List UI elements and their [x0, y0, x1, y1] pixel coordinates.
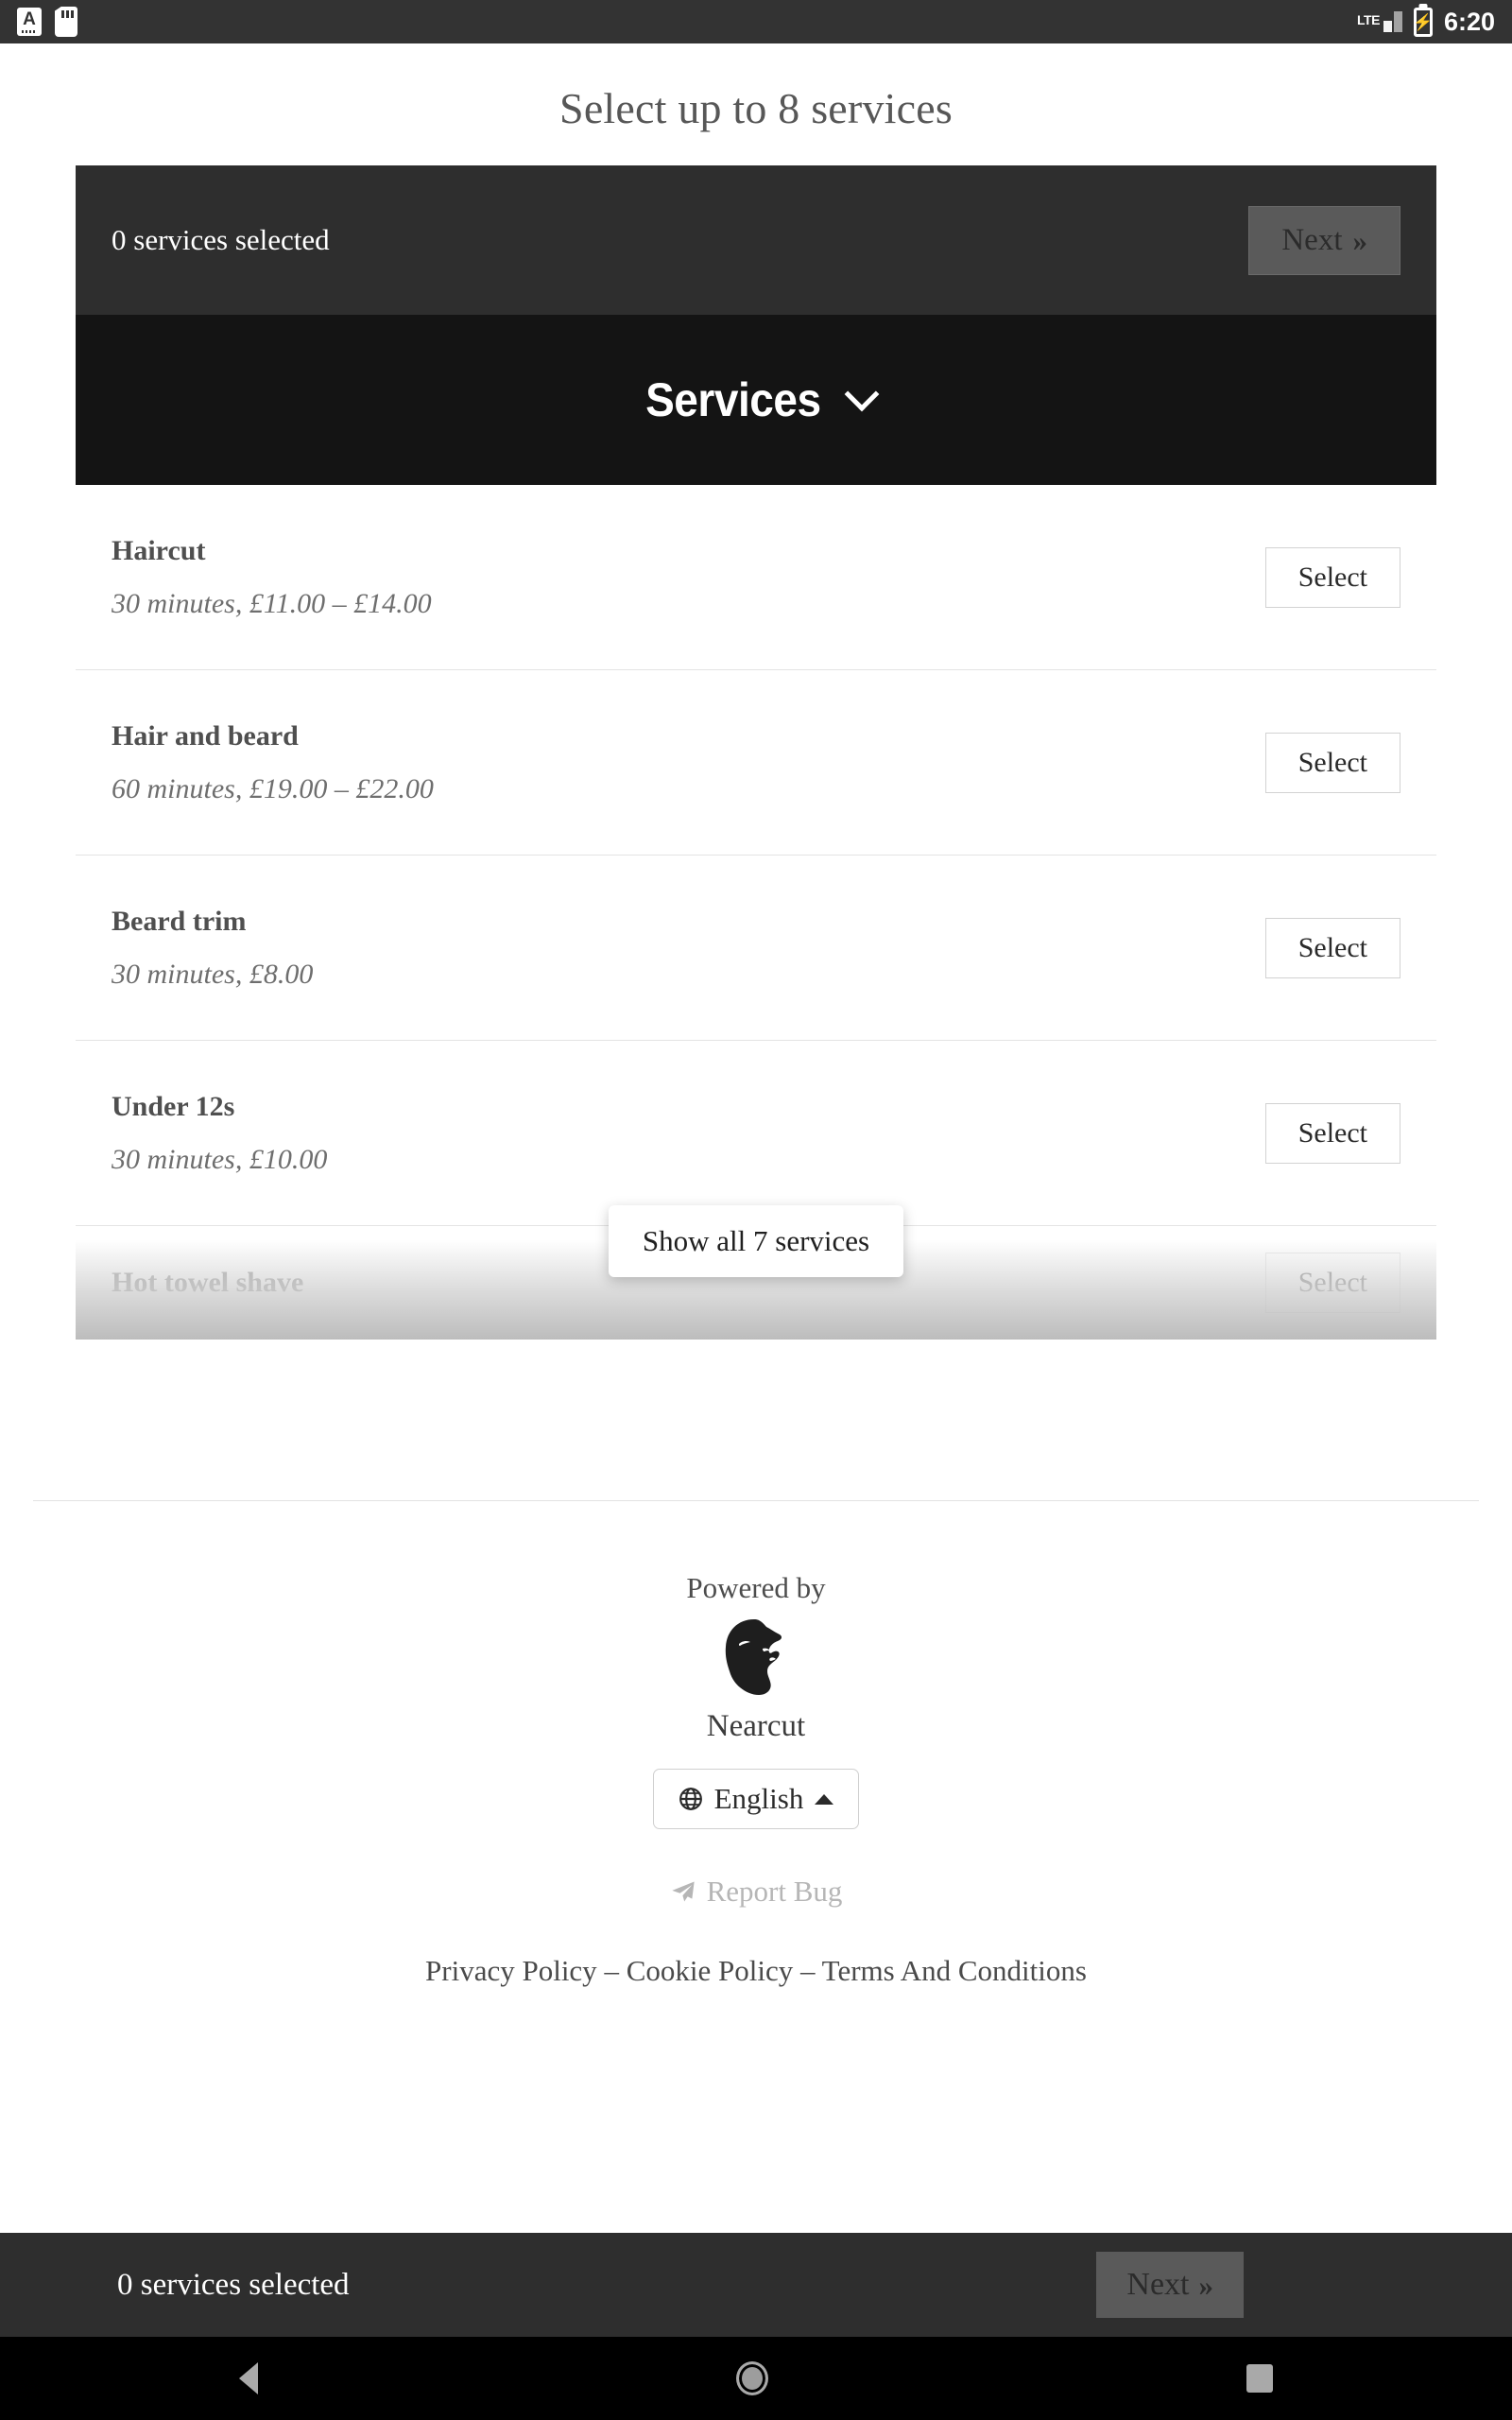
next-button-label: Next	[1281, 222, 1343, 257]
service-name: Haircut	[112, 534, 206, 566]
legal-separator: –	[799, 1954, 816, 1987]
services-header-label: Services	[645, 373, 821, 426]
service-name: Hair and beard	[112, 719, 299, 752]
paper-plane-icon	[671, 1881, 695, 1902]
select-button[interactable]: Select	[1264, 1102, 1400, 1164]
double-chevron-right-icon: »	[1352, 223, 1368, 257]
home-nav-button[interactable]	[736, 2361, 768, 2395]
terms-and-conditions-link[interactable]: Terms And Conditions	[822, 1954, 1087, 1987]
status-bar-right-icons: LTE ⚡ 6:20	[1357, 7, 1495, 37]
report-bug-link[interactable]: Report Bug	[0, 1875, 1512, 1909]
legal-separator: –	[604, 1954, 619, 1987]
service-meta: 30 minutes, £10.00	[112, 1143, 328, 1175]
page-footer: Powered by Nearcut English Report Bug Pr…	[0, 1501, 1512, 1988]
back-nav-button[interactable]	[239, 2362, 258, 2394]
legal-links: Privacy Policy – Cookie Policy – Terms A…	[0, 1954, 1512, 1988]
page-title: Select up to 8 services	[559, 84, 953, 132]
sticky-bottom-bar: 0 services selected Next »	[0, 2233, 1512, 2337]
service-info: Under 12s 30 minutes, £10.00	[112, 1091, 327, 1176]
globe-icon	[679, 1788, 702, 1810]
report-bug-label: Report Bug	[706, 1875, 843, 1908]
select-button[interactable]: Select	[1264, 546, 1400, 608]
status-bar-left-icons: A	[17, 7, 77, 37]
service-name: Under 12s	[112, 1090, 235, 1122]
select-button[interactable]: Select	[1264, 917, 1400, 978]
service-meta: 30 minutes, £11.00 – £14.00	[112, 587, 432, 619]
service-info: Haircut 30 minutes, £11.00 – £14.00	[112, 535, 432, 620]
status-bar-clock: 6:20	[1443, 7, 1495, 36]
bearded-man-logo-icon	[725, 1619, 782, 1695]
bottom-next-button[interactable]: Next »	[1096, 2252, 1244, 2318]
language-label: English	[713, 1782, 804, 1815]
signal-strength-icon	[1383, 11, 1402, 32]
table-row[interactable]: Haircut 30 minutes, £11.00 – £14.00 Sele…	[76, 485, 1436, 670]
truncated-services-region: Hot towel shave Select Show all 7 servic…	[76, 1205, 1436, 1340]
android-nav-bar	[0, 2337, 1512, 2420]
services-accordion-header[interactable]: Services	[76, 315, 1436, 485]
android-status-bar: A LTE ⚡ 6:20	[0, 0, 1512, 43]
service-info: Hair and beard 60 minutes, £19.00 – £22.…	[112, 720, 434, 805]
services-card: 0 services selected Next » Services Hair…	[76, 165, 1436, 1340]
services-list: Haircut 30 minutes, £11.00 – £14.00 Sele…	[76, 485, 1436, 1340]
selection-summary-bar: 0 services selected Next »	[76, 165, 1436, 315]
battery-charging-icon: ⚡	[1413, 7, 1434, 37]
service-meta: 30 minutes, £8.00	[112, 958, 314, 990]
sd-card-icon	[55, 7, 77, 37]
service-name: Beard trim	[112, 905, 247, 937]
show-all-wrapper: Show all 7 services	[76, 1205, 1436, 1277]
privacy-policy-link[interactable]: Privacy Policy	[425, 1954, 597, 1987]
lte-label: LTE	[1357, 11, 1380, 27]
service-meta: 60 minutes, £19.00 – £22.00	[112, 772, 434, 804]
powered-by-label: Powered by	[686, 1571, 826, 1604]
cookie-policy-link[interactable]: Cookie Policy	[627, 1954, 794, 1987]
service-info: Beard trim 30 minutes, £8.00	[112, 906, 313, 991]
bottom-next-button-label: Next	[1126, 2267, 1190, 2302]
show-all-services-button[interactable]: Show all 7 services	[608, 1205, 904, 1277]
double-chevron-right-icon: »	[1198, 2268, 1214, 2302]
bottom-selected-count-label: 0 services selected	[117, 2267, 350, 2302]
table-row[interactable]: Beard trim 30 minutes, £8.00 Select	[76, 856, 1436, 1041]
selected-count-label: 0 services selected	[112, 223, 330, 256]
table-row[interactable]: Under 12s 30 minutes, £10.00 Select	[76, 1041, 1436, 1226]
letter-a-badge-icon: A	[17, 8, 42, 36]
brand-name: Nearcut	[706, 1709, 806, 1743]
select-button[interactable]: Select	[1264, 732, 1400, 793]
next-button[interactable]: Next »	[1248, 205, 1400, 275]
table-row[interactable]: Hair and beard 60 minutes, £19.00 – £22.…	[76, 670, 1436, 856]
language-selector-button[interactable]: English	[652, 1769, 860, 1829]
recent-apps-nav-button[interactable]	[1246, 2364, 1273, 2393]
chevron-down-icon	[844, 376, 880, 412]
caret-up-icon	[815, 1793, 834, 1805]
